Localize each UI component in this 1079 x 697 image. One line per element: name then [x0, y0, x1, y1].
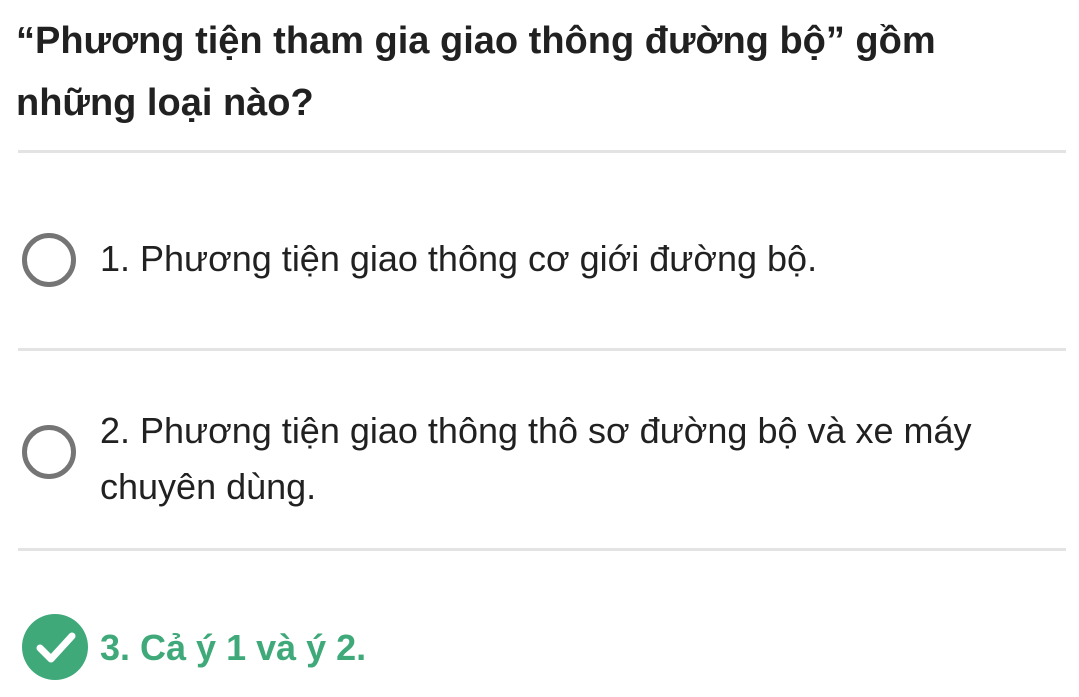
- answer-option-3[interactable]: 3. Cả ý 1 và ý 2.: [18, 600, 1068, 690]
- divider: [18, 548, 1066, 551]
- answer-option-label: 3. Cả ý 1 và ý 2.: [100, 627, 367, 668]
- answer-option-2[interactable]: 2. Phương tiện giao thông thô sơ đường b…: [18, 395, 1068, 525]
- answer-option-label: 1. Phương tiện giao thông cơ giới đường …: [100, 238, 818, 279]
- radio-unchecked-icon[interactable]: [22, 425, 76, 479]
- answer-option-1[interactable]: 1. Phương tiện giao thông cơ giới đường …: [18, 205, 1068, 315]
- radio-unchecked-icon[interactable]: [22, 233, 76, 287]
- divider: [18, 150, 1066, 153]
- question-text: “Phương tiện tham gia giao thông đường b…: [16, 20, 936, 124]
- divider: [18, 348, 1066, 351]
- check-circle-icon[interactable]: [22, 614, 88, 680]
- answer-option-label: 2. Phương tiện giao thông thô sơ đường b…: [100, 410, 972, 507]
